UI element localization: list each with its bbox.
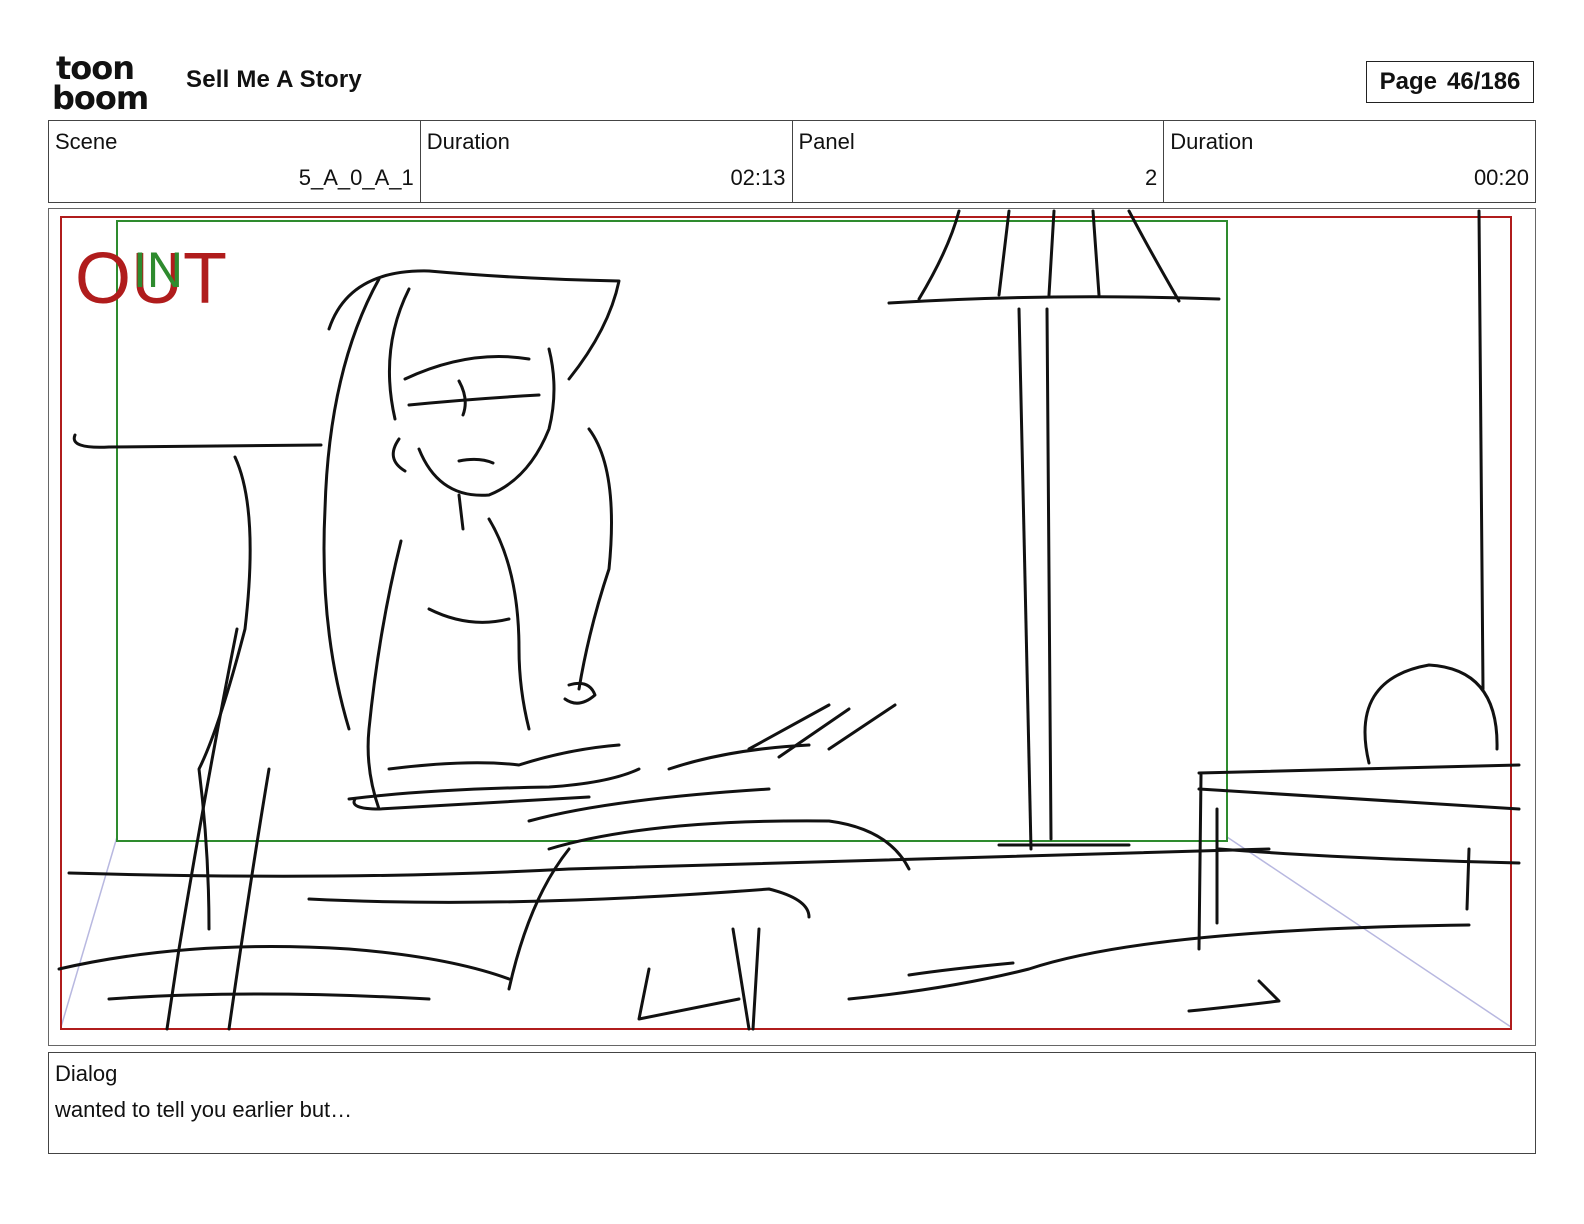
arm-right-stroke <box>577 427 613 691</box>
table-top-stroke <box>1197 763 1521 775</box>
dialog-label: Dialog <box>55 1061 118 1086</box>
scene-cell: Scene 5_A_0_A_1 <box>49 121 421 202</box>
object-stroke-2 <box>1187 979 1281 1013</box>
in-frame <box>116 220 1228 842</box>
book-edge-stroke <box>352 795 591 811</box>
lap-stroke-1 <box>527 787 771 823</box>
panel-label: Panel <box>798 129 855 154</box>
face-brow-stroke <box>403 355 531 381</box>
out-frame <box>60 216 1512 1030</box>
face-eye-detail-stroke <box>457 379 467 417</box>
lamp-pole-stroke-1 <box>1017 307 1033 851</box>
sketch-lines <box>57 209 1521 1031</box>
dialog-text: wanted to tell you earlier but… <box>55 1097 353 1122</box>
scene-duration-cell: Duration 02:13 <box>421 121 793 202</box>
toonboom-logo-graphic: toon boom <box>52 49 149 117</box>
face-eye-stroke <box>407 393 541 407</box>
scene-duration-label: Duration <box>426 129 510 154</box>
torso-neckline-stroke <box>427 607 511 624</box>
face-jaw-stroke <box>417 347 556 497</box>
globe-stroke <box>1363 663 1499 765</box>
storyboard-panel: OUT IN <box>48 208 1536 1046</box>
page-label: Page <box>1379 68 1437 95</box>
floor-stroke-1 <box>67 847 1271 878</box>
lamp-rib-stroke-2 <box>1047 209 1056 297</box>
scene-value: 5_A_0_A_1 <box>298 165 414 190</box>
lamp-shade-left-stroke <box>917 209 961 301</box>
chair-back-stroke <box>72 433 323 449</box>
leg-stroke-2 <box>731 927 751 1031</box>
panel-duration-cell: Duration 00:20 <box>1164 121 1535 202</box>
scene-label: Scene <box>55 129 118 154</box>
object-stroke-1 <box>907 961 1015 977</box>
lamp-rib-stroke-1 <box>997 209 1011 297</box>
logo-text-bottom: boom <box>52 79 148 112</box>
table-leg-stroke-1 <box>1197 773 1203 951</box>
chair-inner-stroke <box>227 767 271 1031</box>
toonboom-logo: toon boom <box>52 49 164 117</box>
panel-duration-label: Duration <box>1170 129 1254 154</box>
table-edge-stroke <box>1197 787 1521 811</box>
hand-stroke-1 <box>667 743 811 771</box>
panel-duration-value: 00:20 <box>1473 165 1529 190</box>
wall-edge-stroke <box>1477 209 1485 691</box>
hair-left-stroke <box>322 277 381 731</box>
foot-stroke <box>637 967 741 1021</box>
book-top-stroke <box>387 743 621 771</box>
lamp-pole-stroke-2 <box>1045 307 1053 841</box>
in-marker: IN <box>133 242 183 298</box>
hand-stroke-3 <box>777 707 851 759</box>
hand-stroke-2 <box>747 703 831 751</box>
torso-right-stroke <box>487 517 531 731</box>
hand-stroke-4 <box>827 703 897 751</box>
panel-cell: Panel 2 <box>793 121 1165 202</box>
panel-drawing: OUT IN <box>57 209 1521 1031</box>
page-number: 46/186 <box>1446 68 1521 95</box>
neck-stroke <box>457 493 465 531</box>
table-leg-stroke-3 <box>1465 847 1471 911</box>
book-bottom-stroke <box>347 767 641 801</box>
dialog-box: Dialog wanted to tell you earlier but… <box>48 1052 1536 1154</box>
lamp-rib-stroke-3 <box>1091 209 1101 297</box>
leg-stroke-3 <box>751 927 761 1031</box>
scene-info-table: Scene 5_A_0_A_1 Duration 02:13 Panel 2 D… <box>48 120 1536 203</box>
page-indicator: Page 46/186 <box>1366 61 1534 103</box>
lamp-shade-stroke <box>887 295 1221 305</box>
lamp-shade-right-stroke <box>1127 209 1181 303</box>
face-ear-stroke <box>391 437 407 473</box>
face-mouth-stroke <box>457 457 495 465</box>
panel-value: 2 <box>1145 165 1158 190</box>
chair-front-stroke <box>165 627 239 1031</box>
lap-stroke-3 <box>307 887 811 919</box>
scene-duration-value: 02:13 <box>730 165 786 190</box>
floor-stroke-3 <box>107 992 431 1001</box>
project-title: Sell Me A Story <box>186 66 362 93</box>
floor-stroke-2 <box>57 945 511 981</box>
hair-inner-stroke <box>387 287 411 421</box>
hair-outline-stroke <box>327 269 621 381</box>
